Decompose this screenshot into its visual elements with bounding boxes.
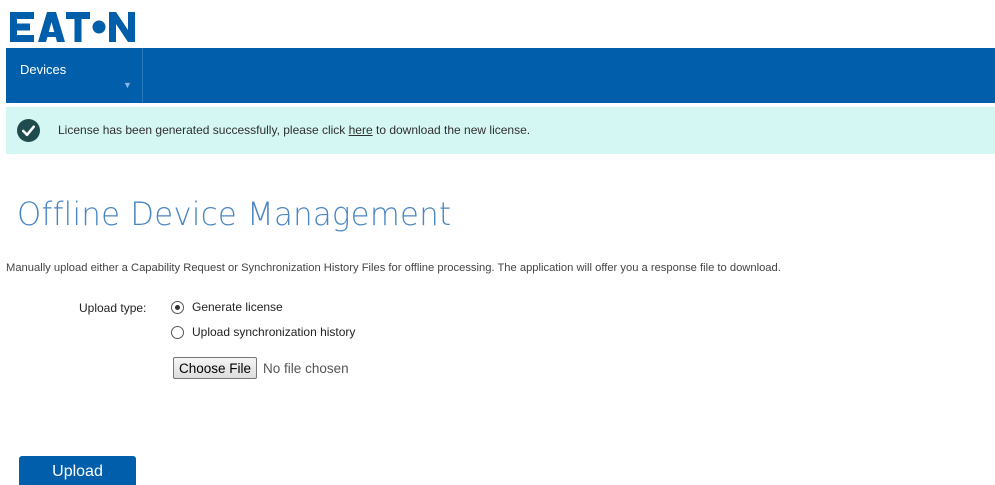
page-description: Manually upload either a Capability Requ… — [6, 262, 781, 274]
nav-item-label: Devices — [20, 62, 67, 77]
caret-down-icon: ▼ — [123, 80, 132, 90]
file-status: No file chosen — [263, 360, 349, 376]
radio-generate-license[interactable]: Generate license — [171, 300, 283, 314]
radio-button-selected[interactable] — [171, 300, 184, 314]
nav-item-devices[interactable]: Devices ▼ — [6, 48, 143, 103]
radio-label: Generate license — [192, 300, 283, 314]
choose-file-button[interactable]: Choose File — [173, 357, 258, 379]
success-alert: License has been generated successfully,… — [6, 107, 995, 154]
radio-button[interactable] — [171, 325, 184, 339]
eaton-logo — [10, 12, 135, 42]
file-picker: Choose File No file chosen — [173, 357, 349, 379]
top-navbar: Devices ▼ — [6, 48, 995, 103]
alert-text-after: to download the new license. — [372, 123, 531, 137]
radio-label: Upload synchronization history — [192, 325, 356, 339]
download-license-link[interactable]: here — [349, 123, 373, 137]
upload-type-label: Upload type: — [79, 301, 147, 315]
page-title: Offline Device Management — [17, 195, 452, 233]
radio-upload-sync-history[interactable]: Upload synchronization history — [171, 325, 355, 339]
check-circle-icon — [17, 119, 40, 142]
alert-text-before: License has been generated successfully,… — [58, 123, 349, 137]
alert-message: License has been generated successfully,… — [58, 123, 530, 137]
upload-button[interactable]: Upload — [19, 456, 136, 485]
